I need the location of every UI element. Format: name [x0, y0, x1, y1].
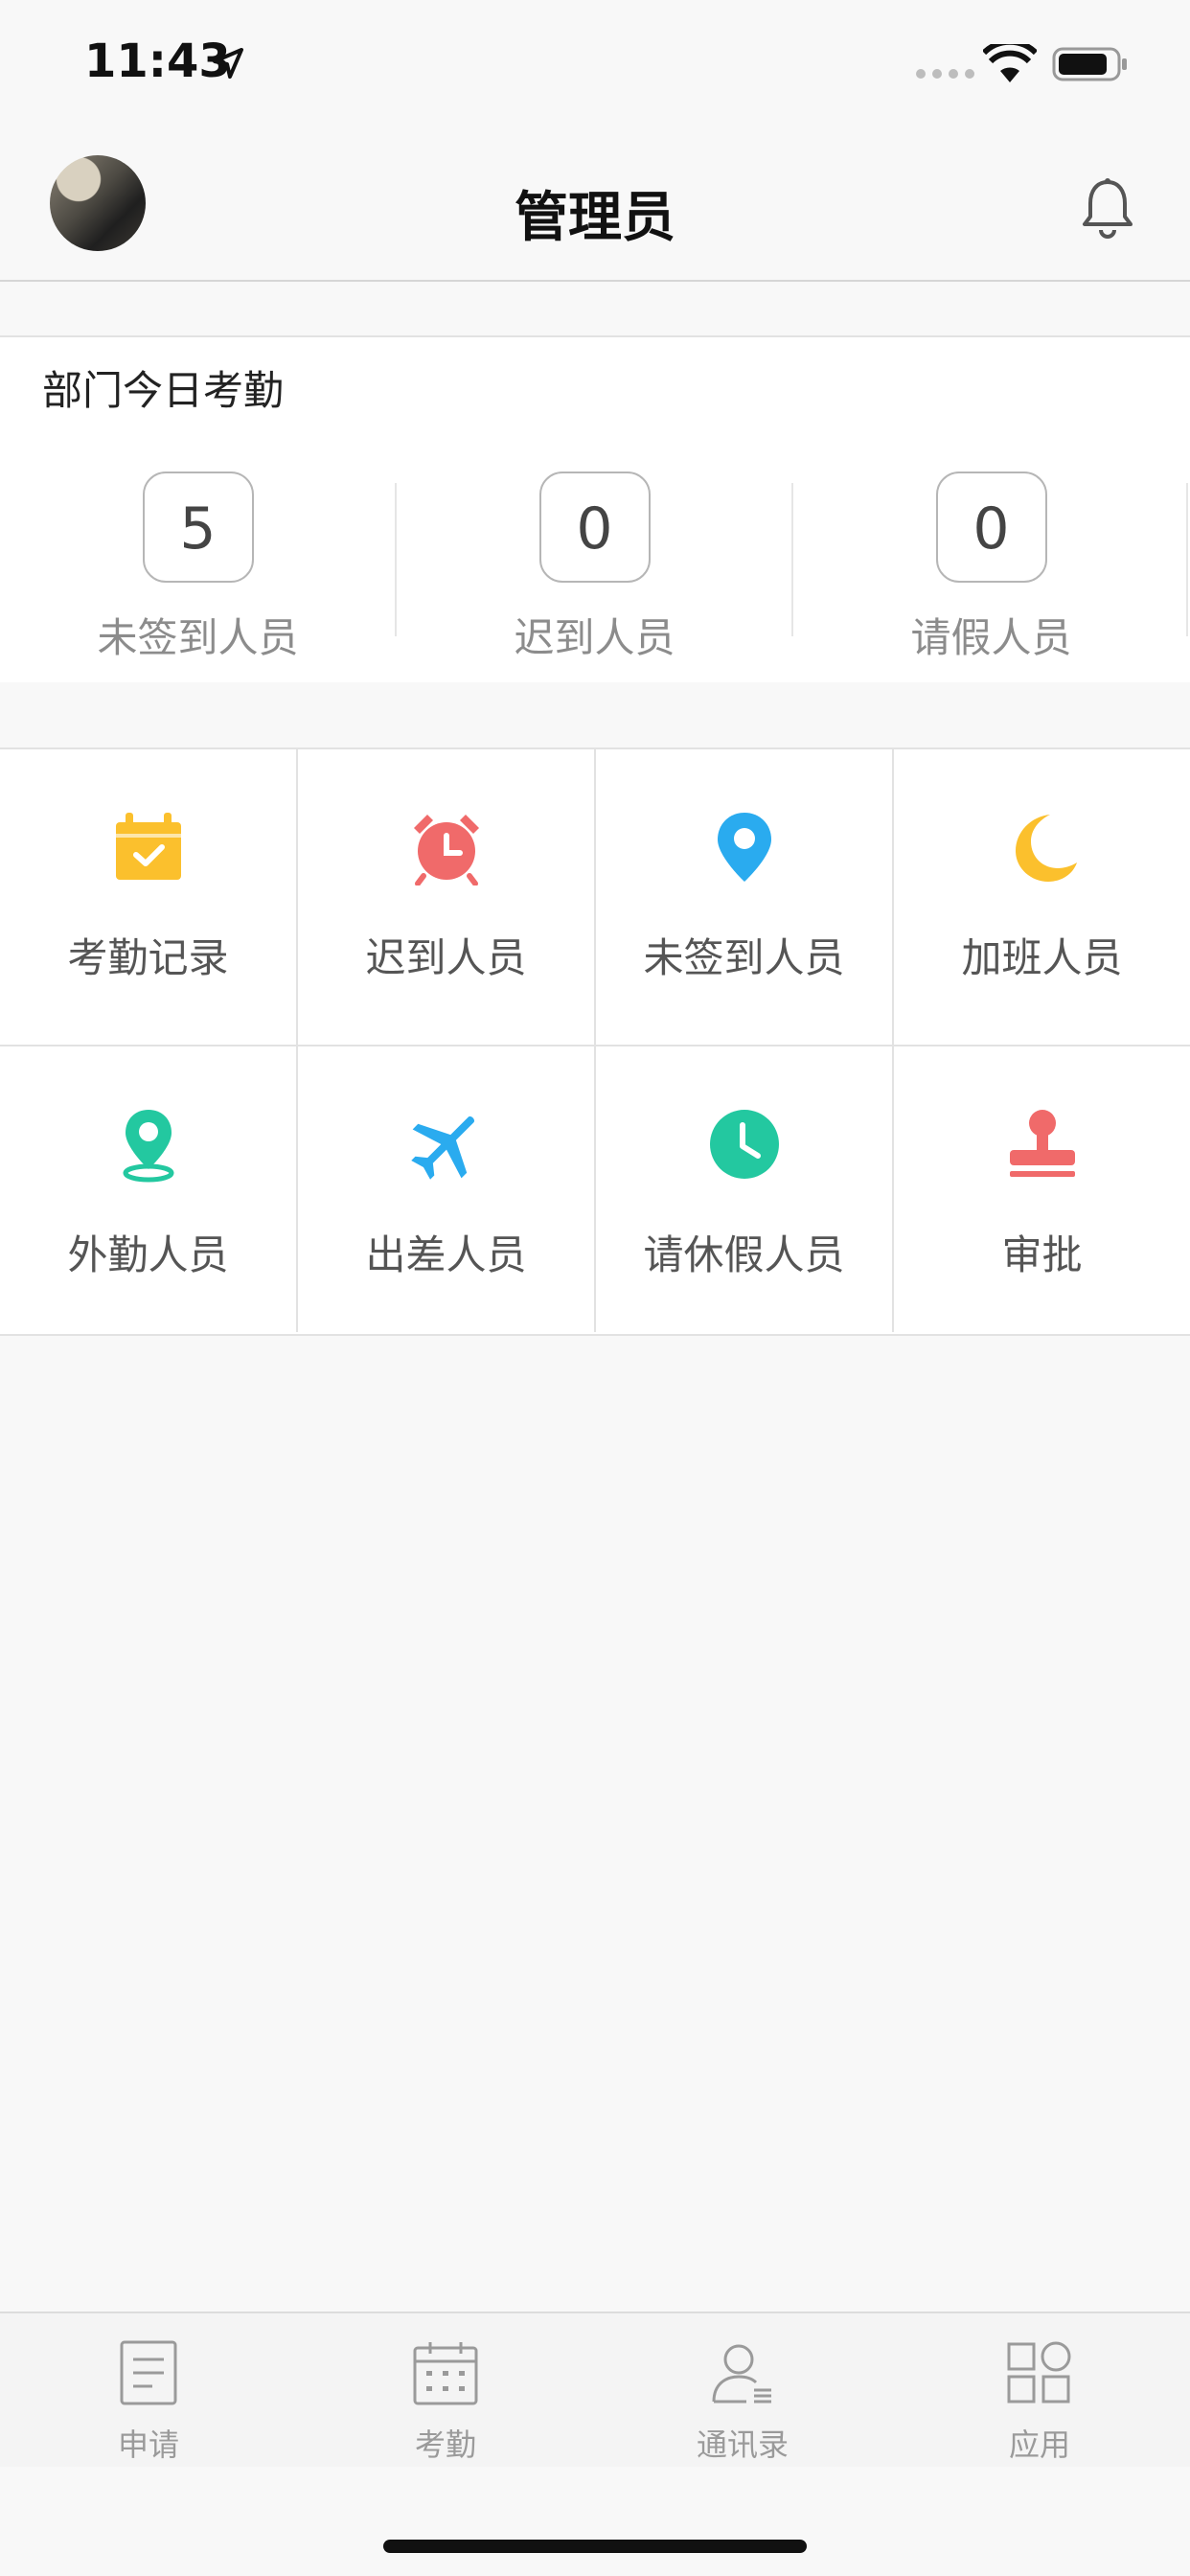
tab-contacts[interactable]: 通讯录: [594, 2313, 891, 2467]
grid-item-business-trip-staff[interactable]: 出差人员: [298, 1046, 596, 1332]
location-pin-icon: [717, 813, 771, 882]
stamp-icon: [1009, 1110, 1075, 1177]
stat-leave[interactable]: 0 请假人员: [793, 433, 1189, 682]
stat-label: 请假人员: [910, 614, 1072, 661]
bell-icon[interactable]: [1077, 176, 1138, 240]
contacts-icon: [712, 2344, 771, 2404]
stat-label: 迟到人员: [514, 614, 675, 661]
tab-label: 考勤: [414, 2426, 476, 2463]
alarm-clock-icon: [413, 815, 479, 886]
stat-unsigned[interactable]: 5 未签到人员: [0, 433, 396, 682]
grid-item-attendance-records[interactable]: 考勤记录: [0, 749, 298, 1046]
header: 管理员: [0, 134, 1190, 282]
grid-item-overtime-staff[interactable]: 加班人员: [894, 749, 1190, 1046]
tab-label: 应用: [1008, 2426, 1070, 2463]
grid-item-late-staff[interactable]: 迟到人员: [298, 749, 596, 1046]
grid-item-label: 审批: [1001, 1231, 1083, 1278]
tab-apply[interactable]: 申请: [0, 2313, 297, 2467]
divider: [1186, 483, 1188, 636]
cellular-signal-icon: [916, 69, 974, 79]
tab-label: 申请: [117, 2426, 179, 2463]
status-bar: 11:43: [0, 0, 1190, 134]
tab-apps[interactable]: 应用: [891, 2313, 1188, 2467]
wifi-icon: [983, 44, 1037, 82]
grid-item-label: 未签到人员: [643, 934, 845, 981]
page-title: 管理员: [515, 187, 675, 249]
apps-icon: [1007, 2341, 1071, 2404]
grid-item-approval[interactable]: 审批: [894, 1046, 1190, 1332]
map-pin-icon: [123, 1110, 173, 1183]
grid-item-label: 迟到人员: [365, 934, 527, 981]
grid-item-label: 考勤记录: [67, 934, 229, 981]
document-icon: [120, 2340, 177, 2405]
grid-item-label: 请休假人员: [643, 1231, 845, 1278]
calendar-check-icon: [115, 813, 181, 880]
calendar-icon: [413, 2342, 478, 2405]
grid-item-leave-staff[interactable]: 请休假人员: [596, 1046, 894, 1332]
stat-label: 未签到人员: [97, 614, 299, 661]
clock-icon: [709, 1110, 779, 1179]
tab-label: 通讯录: [696, 2426, 789, 2463]
stat-value: 0: [538, 472, 651, 583]
moon-icon: [1015, 815, 1077, 882]
grid-item-field-staff[interactable]: 外勤人员: [0, 1046, 298, 1332]
tab-bar: 申请 考勤 通讯录 应用: [0, 2312, 1190, 2467]
location-arrow-icon: [213, 48, 243, 79]
grid-item-unsigned-staff[interactable]: 未签到人员: [596, 749, 894, 1046]
tab-attendance[interactable]: 考勤: [297, 2313, 594, 2467]
attendance-section-header: 部门今日考勤: [0, 335, 1190, 435]
home-indicator[interactable]: [383, 2540, 807, 2553]
battery-icon: [1052, 47, 1127, 81]
stat-value: 0: [935, 472, 1047, 583]
stat-value: 5: [142, 472, 254, 583]
section-title: 部门今日考勤: [42, 367, 285, 414]
grid-item-label: 出差人员: [365, 1231, 527, 1278]
airplane-icon: [410, 1116, 474, 1180]
stat-late[interactable]: 0 迟到人员: [397, 433, 792, 682]
grid-item-label: 外勤人员: [67, 1231, 229, 1278]
function-grid: 考勤记录 迟到人员 未签到人员 加班人员 外勤人员 出差人员 请休假人员 审批: [0, 748, 1190, 1336]
grid-item-label: 加班人员: [961, 934, 1123, 981]
attendance-stats: 5 未签到人员 0 迟到人员 0 请假人员: [0, 433, 1190, 682]
